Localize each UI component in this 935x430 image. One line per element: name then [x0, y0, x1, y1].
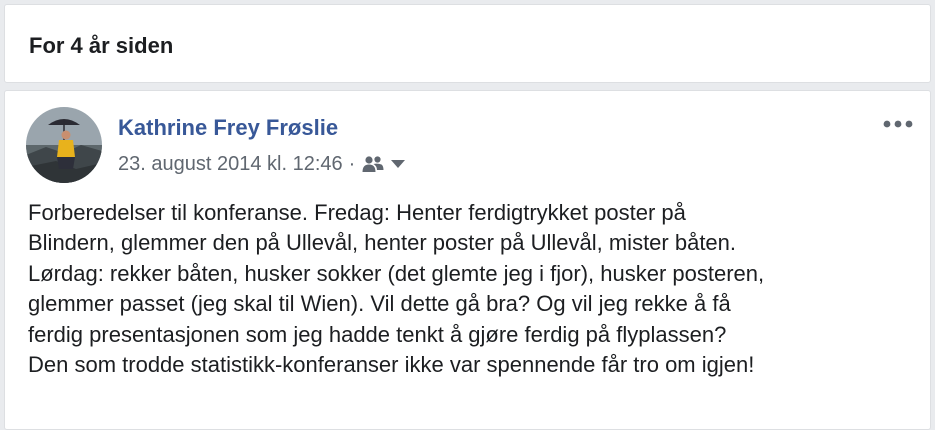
post-card: Kathrine Frey Frøslie 23. august 2014 kl… [4, 90, 931, 430]
avatar-image [26, 107, 102, 183]
post-text: Forberedelser til konferanse. Fredag: He… [28, 200, 765, 378]
avatar[interactable] [26, 107, 102, 183]
caret-down-icon [391, 160, 406, 168]
post-timestamp[interactable]: 23. august 2014 kl. 12:46 [118, 153, 343, 176]
friends-icon [362, 156, 384, 172]
more-options-button[interactable] [880, 113, 916, 135]
audience-selector[interactable] [361, 155, 406, 173]
author-name[interactable]: Kathrine Frey Frøslie [118, 115, 338, 141]
memory-header-card: For 4 år siden [4, 4, 931, 83]
memory-title: For 4 år siden [29, 33, 174, 58]
post-meta: 23. august 2014 kl. 12:46 · [118, 151, 406, 177]
meta-separator: · [348, 152, 356, 175]
more-options-icon [883, 120, 913, 128]
